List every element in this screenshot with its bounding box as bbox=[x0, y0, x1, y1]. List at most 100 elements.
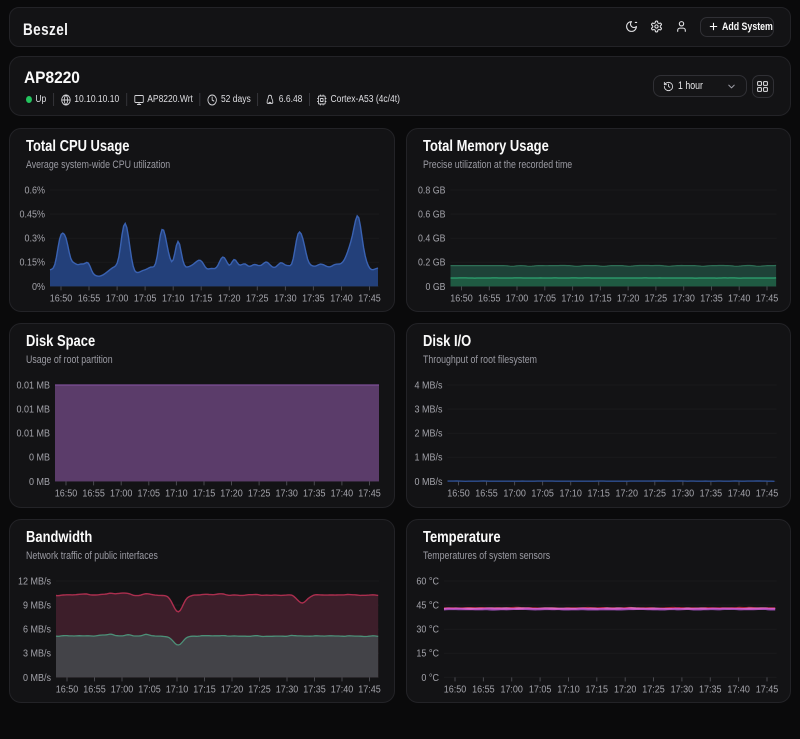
svg-text:17:30: 17:30 bbox=[275, 488, 298, 499]
svg-text:0 MB: 0 MB bbox=[29, 477, 50, 488]
svg-text:0 °C: 0 °C bbox=[421, 672, 439, 683]
svg-text:17:15: 17:15 bbox=[585, 684, 608, 695]
svg-text:17:10: 17:10 bbox=[559, 488, 582, 499]
svg-text:17:35: 17:35 bbox=[302, 293, 325, 304]
svg-text:6 MB/s: 6 MB/s bbox=[23, 624, 51, 635]
svg-text:17:20: 17:20 bbox=[220, 488, 243, 499]
svg-text:17:30: 17:30 bbox=[671, 488, 694, 499]
svg-text:17:25: 17:25 bbox=[644, 293, 667, 304]
svg-text:16:55: 16:55 bbox=[478, 293, 501, 304]
svg-text:16:50: 16:50 bbox=[450, 293, 473, 304]
svg-text:16:50: 16:50 bbox=[50, 293, 73, 304]
svg-text:0%: 0% bbox=[32, 281, 45, 292]
svg-text:17:40: 17:40 bbox=[727, 293, 750, 304]
svg-text:17:05: 17:05 bbox=[531, 488, 554, 499]
svg-text:17:05: 17:05 bbox=[533, 293, 556, 304]
svg-text:17:05: 17:05 bbox=[134, 293, 157, 304]
svg-text:30 °C: 30 °C bbox=[416, 624, 439, 635]
svg-text:17:15: 17:15 bbox=[190, 293, 213, 304]
svg-text:17:25: 17:25 bbox=[248, 488, 271, 499]
svg-text:16:55: 16:55 bbox=[82, 488, 105, 499]
svg-text:17:05: 17:05 bbox=[138, 684, 161, 695]
svg-text:17:00: 17:00 bbox=[500, 684, 523, 695]
svg-text:17:35: 17:35 bbox=[699, 488, 722, 499]
svg-text:17:00: 17:00 bbox=[106, 293, 129, 304]
svg-text:17:40: 17:40 bbox=[331, 684, 354, 695]
svg-text:17:25: 17:25 bbox=[643, 488, 666, 499]
svg-text:17:15: 17:15 bbox=[193, 684, 216, 695]
svg-text:0.01 MB: 0.01 MB bbox=[17, 405, 51, 416]
svg-text:17:45: 17:45 bbox=[358, 293, 381, 304]
svg-text:17:10: 17:10 bbox=[561, 293, 584, 304]
svg-text:0.6 GB: 0.6 GB bbox=[418, 209, 446, 220]
svg-text:45 °C: 45 °C bbox=[416, 600, 439, 611]
svg-text:17:00: 17:00 bbox=[110, 488, 133, 499]
svg-text:17:25: 17:25 bbox=[248, 684, 271, 695]
svg-text:0 MB/s: 0 MB/s bbox=[414, 477, 442, 488]
svg-text:17:00: 17:00 bbox=[111, 684, 134, 695]
svg-text:17:20: 17:20 bbox=[221, 684, 244, 695]
svg-text:0.4 GB: 0.4 GB bbox=[418, 233, 446, 244]
svg-text:4 MB/s: 4 MB/s bbox=[414, 380, 442, 391]
svg-text:17:40: 17:40 bbox=[727, 488, 750, 499]
svg-text:16:55: 16:55 bbox=[472, 684, 495, 695]
svg-text:0.45%: 0.45% bbox=[20, 209, 46, 220]
svg-text:0 MB: 0 MB bbox=[29, 453, 50, 464]
svg-text:15 °C: 15 °C bbox=[416, 648, 439, 659]
svg-text:17:40: 17:40 bbox=[331, 488, 354, 499]
svg-text:16:50: 16:50 bbox=[56, 684, 79, 695]
svg-text:0.01 MB: 0.01 MB bbox=[17, 429, 51, 440]
svg-text:17:25: 17:25 bbox=[246, 293, 269, 304]
svg-text:17:45: 17:45 bbox=[358, 684, 381, 695]
svg-text:12 MB/s: 12 MB/s bbox=[18, 576, 51, 587]
svg-text:17:35: 17:35 bbox=[303, 488, 326, 499]
svg-text:17:10: 17:10 bbox=[557, 684, 580, 695]
svg-text:17:25: 17:25 bbox=[642, 684, 665, 695]
svg-text:17:10: 17:10 bbox=[165, 488, 188, 499]
svg-text:16:55: 16:55 bbox=[83, 684, 106, 695]
svg-text:0.3%: 0.3% bbox=[25, 233, 46, 244]
svg-text:16:50: 16:50 bbox=[447, 488, 470, 499]
svg-text:17:35: 17:35 bbox=[700, 293, 723, 304]
svg-text:17:00: 17:00 bbox=[505, 293, 528, 304]
svg-text:17:45: 17:45 bbox=[755, 684, 778, 695]
svg-text:17:40: 17:40 bbox=[727, 684, 750, 695]
svg-text:1 MB/s: 1 MB/s bbox=[414, 453, 442, 464]
svg-text:17:20: 17:20 bbox=[615, 488, 638, 499]
svg-text:17:45: 17:45 bbox=[358, 488, 381, 499]
svg-text:17:20: 17:20 bbox=[613, 684, 636, 695]
svg-text:17:20: 17:20 bbox=[218, 293, 241, 304]
svg-text:17:30: 17:30 bbox=[672, 293, 695, 304]
svg-text:0.6%: 0.6% bbox=[25, 185, 46, 196]
svg-text:17:35: 17:35 bbox=[699, 684, 722, 695]
svg-text:3 MB/s: 3 MB/s bbox=[414, 405, 442, 416]
svg-text:16:55: 16:55 bbox=[78, 293, 101, 304]
svg-text:60 °C: 60 °C bbox=[416, 576, 439, 587]
svg-text:0 GB: 0 GB bbox=[425, 281, 445, 292]
svg-text:17:05: 17:05 bbox=[138, 488, 161, 499]
svg-text:17:10: 17:10 bbox=[162, 293, 185, 304]
svg-text:9 MB/s: 9 MB/s bbox=[23, 600, 51, 611]
svg-text:2 MB/s: 2 MB/s bbox=[414, 429, 442, 440]
svg-text:17:00: 17:00 bbox=[503, 488, 526, 499]
svg-text:17:30: 17:30 bbox=[276, 684, 299, 695]
svg-text:17:10: 17:10 bbox=[166, 684, 189, 695]
svg-text:17:30: 17:30 bbox=[670, 684, 693, 695]
svg-text:17:35: 17:35 bbox=[303, 684, 326, 695]
svg-text:0.2 GB: 0.2 GB bbox=[418, 257, 446, 268]
svg-text:16:55: 16:55 bbox=[475, 488, 498, 499]
svg-text:16:50: 16:50 bbox=[443, 684, 466, 695]
svg-text:17:15: 17:15 bbox=[193, 488, 216, 499]
svg-text:0.15%: 0.15% bbox=[20, 257, 46, 268]
svg-text:17:05: 17:05 bbox=[528, 684, 551, 695]
svg-text:17:20: 17:20 bbox=[616, 293, 639, 304]
svg-text:0 MB/s: 0 MB/s bbox=[23, 672, 51, 683]
svg-text:16:50: 16:50 bbox=[55, 488, 78, 499]
svg-text:17:45: 17:45 bbox=[755, 488, 778, 499]
svg-text:17:45: 17:45 bbox=[755, 293, 778, 304]
svg-text:0.01 MB: 0.01 MB bbox=[17, 380, 51, 391]
svg-text:17:30: 17:30 bbox=[274, 293, 297, 304]
svg-text:0.8 GB: 0.8 GB bbox=[418, 185, 446, 196]
svg-text:17:40: 17:40 bbox=[330, 293, 353, 304]
svg-text:17:15: 17:15 bbox=[587, 488, 610, 499]
